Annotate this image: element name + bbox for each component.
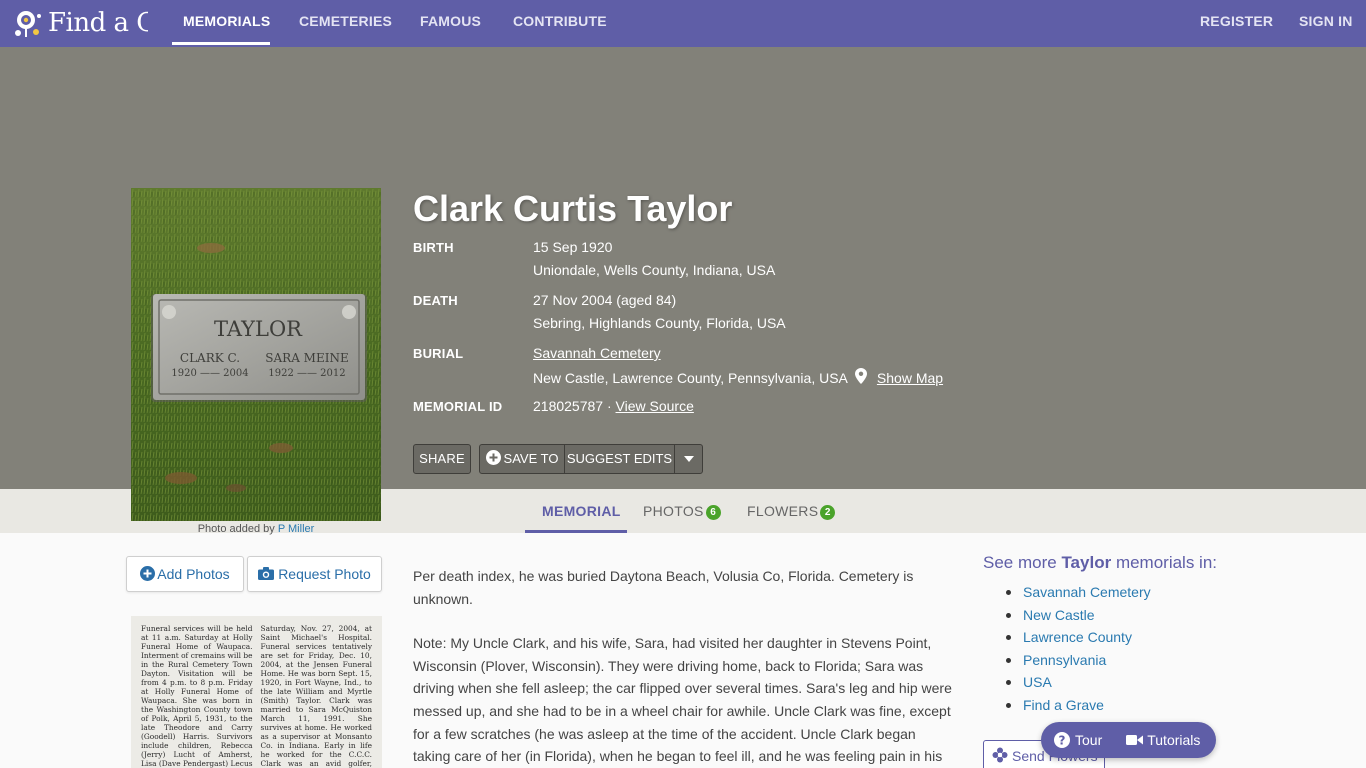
add-photos-label: Add Photos (157, 566, 230, 582)
nav-contribute[interactable]: CONTRIBUTE (513, 0, 607, 47)
request-photo-label: Request Photo (278, 566, 371, 582)
tutorials-label: Tutorials (1147, 732, 1201, 748)
nav-memorials[interactable]: MEMORIALS (183, 0, 270, 47)
memorial-name: Clark Curtis Taylor (413, 188, 733, 229)
burial-cemetery-link[interactable]: Savannah Cemetery (533, 345, 661, 361)
bio-paragraph-1: Per death index, he was buried Daytona B… (413, 568, 914, 607)
nav-sign-in[interactable]: SIGN IN (1299, 0, 1353, 47)
view-source-link[interactable]: View Source (616, 398, 694, 414)
tab-photos[interactable]: PHOTOS 6 (643, 489, 721, 533)
nav-active-indicator (172, 42, 270, 45)
save-edit-button-group: SAVE TO SUGGEST EDITS (479, 444, 703, 474)
clipping-column-1: Funeral services will be held at 11 a.m.… (141, 624, 253, 768)
map-pin-icon (855, 368, 868, 384)
flowers-count-badge: 2 (820, 505, 836, 520)
tab-active-indicator (525, 530, 627, 533)
stone-right-years: 1922 —— 2012 (268, 368, 345, 379)
more-actions-dropdown[interactable] (675, 445, 702, 473)
tab-photos-label: PHOTOS (643, 503, 704, 519)
help-pill: ? Tour Tutorials (1041, 722, 1216, 758)
top-navigation: Find a Grave MEMORIALS CEMETERIES FAMOUS… (0, 0, 1366, 47)
burial-cemetery: Savannah Cemetery (533, 345, 661, 361)
burial-location: New Castle, Lawrence County, Pennsylvani… (533, 368, 943, 386)
biography: Per death index, he was buried Daytona B… (413, 565, 953, 768)
death-date: 27 Nov 2004 (aged 84) (533, 292, 677, 308)
see-more-heading: See more Taylor memorials in: (983, 553, 1217, 573)
see-more-lawrence-county[interactable]: Lawrence County (1005, 626, 1151, 649)
nav-cemeteries[interactable]: CEMETERIES (299, 0, 392, 47)
see-more-savannah-cemetery[interactable]: Savannah Cemetery (1005, 581, 1151, 604)
photo-caption: Photo added by P Miller (131, 523, 381, 535)
photos-count-badge: 6 (705, 505, 721, 520)
tab-flowers-label: FLOWERS (747, 503, 819, 519)
logo-text: Find a Grave (48, 8, 148, 38)
logo-flower-icon (15, 11, 41, 37)
site-logo[interactable]: Find a Grave (12, 5, 148, 41)
stone-surname: TAYLOR (214, 317, 303, 341)
see-more-usa[interactable]: USA (1005, 671, 1151, 694)
birth-label: BIRTH (413, 240, 454, 255)
obituary-clipping[interactable]: Funeral services will be held at 11 a.m.… (131, 616, 382, 768)
stone-left-years: 1920 —— 2004 (171, 368, 248, 379)
tour-label: Tour (1075, 732, 1103, 748)
headstone-image: TAYLOR CLARK C. SARA MEINE 1920 —— 2004 … (131, 188, 381, 521)
add-photos-button[interactable]: Add Photos (126, 556, 244, 592)
see-more-new-castle[interactable]: New Castle (1005, 604, 1151, 627)
memorial-id-value: 218025787 · (533, 398, 612, 414)
see-more-surname: Taylor (1061, 553, 1112, 572)
see-more-pennsylvania[interactable]: Pennsylvania (1005, 649, 1151, 672)
nav-famous[interactable]: FAMOUS (420, 0, 481, 47)
tutorials-button[interactable]: Tutorials (1126, 732, 1200, 748)
clipping-column-2: Saturday, Nov. 27, 2004, at Saint Michae… (260, 624, 373, 768)
death-place: Sebring, Highlands County, Florida, USA (533, 315, 786, 331)
birth-date: 15 Sep 1920 (533, 239, 613, 255)
request-photo-button[interactable]: Request Photo (247, 556, 382, 592)
plus-circle-icon (485, 450, 501, 465)
tour-button[interactable]: ? Tour (1054, 732, 1102, 748)
plus-circle-icon (140, 566, 156, 581)
bio-paragraph-2: Note: My Uncle Clark, and his wife, Sara… (413, 635, 952, 765)
photo-contributor-link[interactable]: P Miller (278, 523, 314, 535)
stone-left-name: CLARK C. (180, 351, 240, 365)
burial-label: BURIAL (413, 346, 464, 361)
save-to-button[interactable]: SAVE TO (480, 445, 565, 473)
share-button[interactable]: SHARE (413, 444, 471, 474)
memorial-id-label: MEMORIAL ID (413, 399, 503, 414)
photo-caption-prefix: Photo added by (197, 523, 275, 535)
death-label: DEATH (413, 293, 458, 308)
flower-icon (992, 747, 1008, 763)
see-more-find-a-grave[interactable]: Find a Grave (1005, 694, 1151, 717)
headstone-photo[interactable]: TAYLOR CLARK C. SARA MEINE 1920 —— 2004 … (131, 188, 381, 521)
nav-register[interactable]: REGISTER (1200, 0, 1273, 47)
camera-icon (258, 567, 275, 580)
question-circle-icon: ? (1054, 732, 1070, 748)
tab-memorial[interactable]: MEMORIAL (542, 489, 621, 533)
birth-place: Uniondale, Wells County, Indiana, USA (533, 262, 776, 278)
burial-place: New Castle, Lawrence County, Pennsylvani… (533, 370, 848, 386)
memorial-id: 218025787 · View Source (533, 398, 694, 414)
show-map-link[interactable]: Show Map (877, 370, 943, 386)
svg-text:?: ? (1059, 734, 1066, 748)
caret-down-icon (683, 456, 694, 462)
see-more-suffix: memorials in: (1115, 553, 1218, 572)
see-more-list: Savannah Cemetery New Castle Lawrence Co… (1005, 581, 1151, 717)
save-to-label: SAVE TO (503, 451, 559, 466)
video-camera-icon (1126, 735, 1144, 745)
suggest-edits-button[interactable]: SUGGEST EDITS (565, 445, 675, 473)
tab-flowers[interactable]: FLOWERS 2 (747, 489, 836, 533)
see-more-prefix: See more (983, 553, 1057, 572)
stone-right-name: SARA MEINE (265, 351, 348, 365)
